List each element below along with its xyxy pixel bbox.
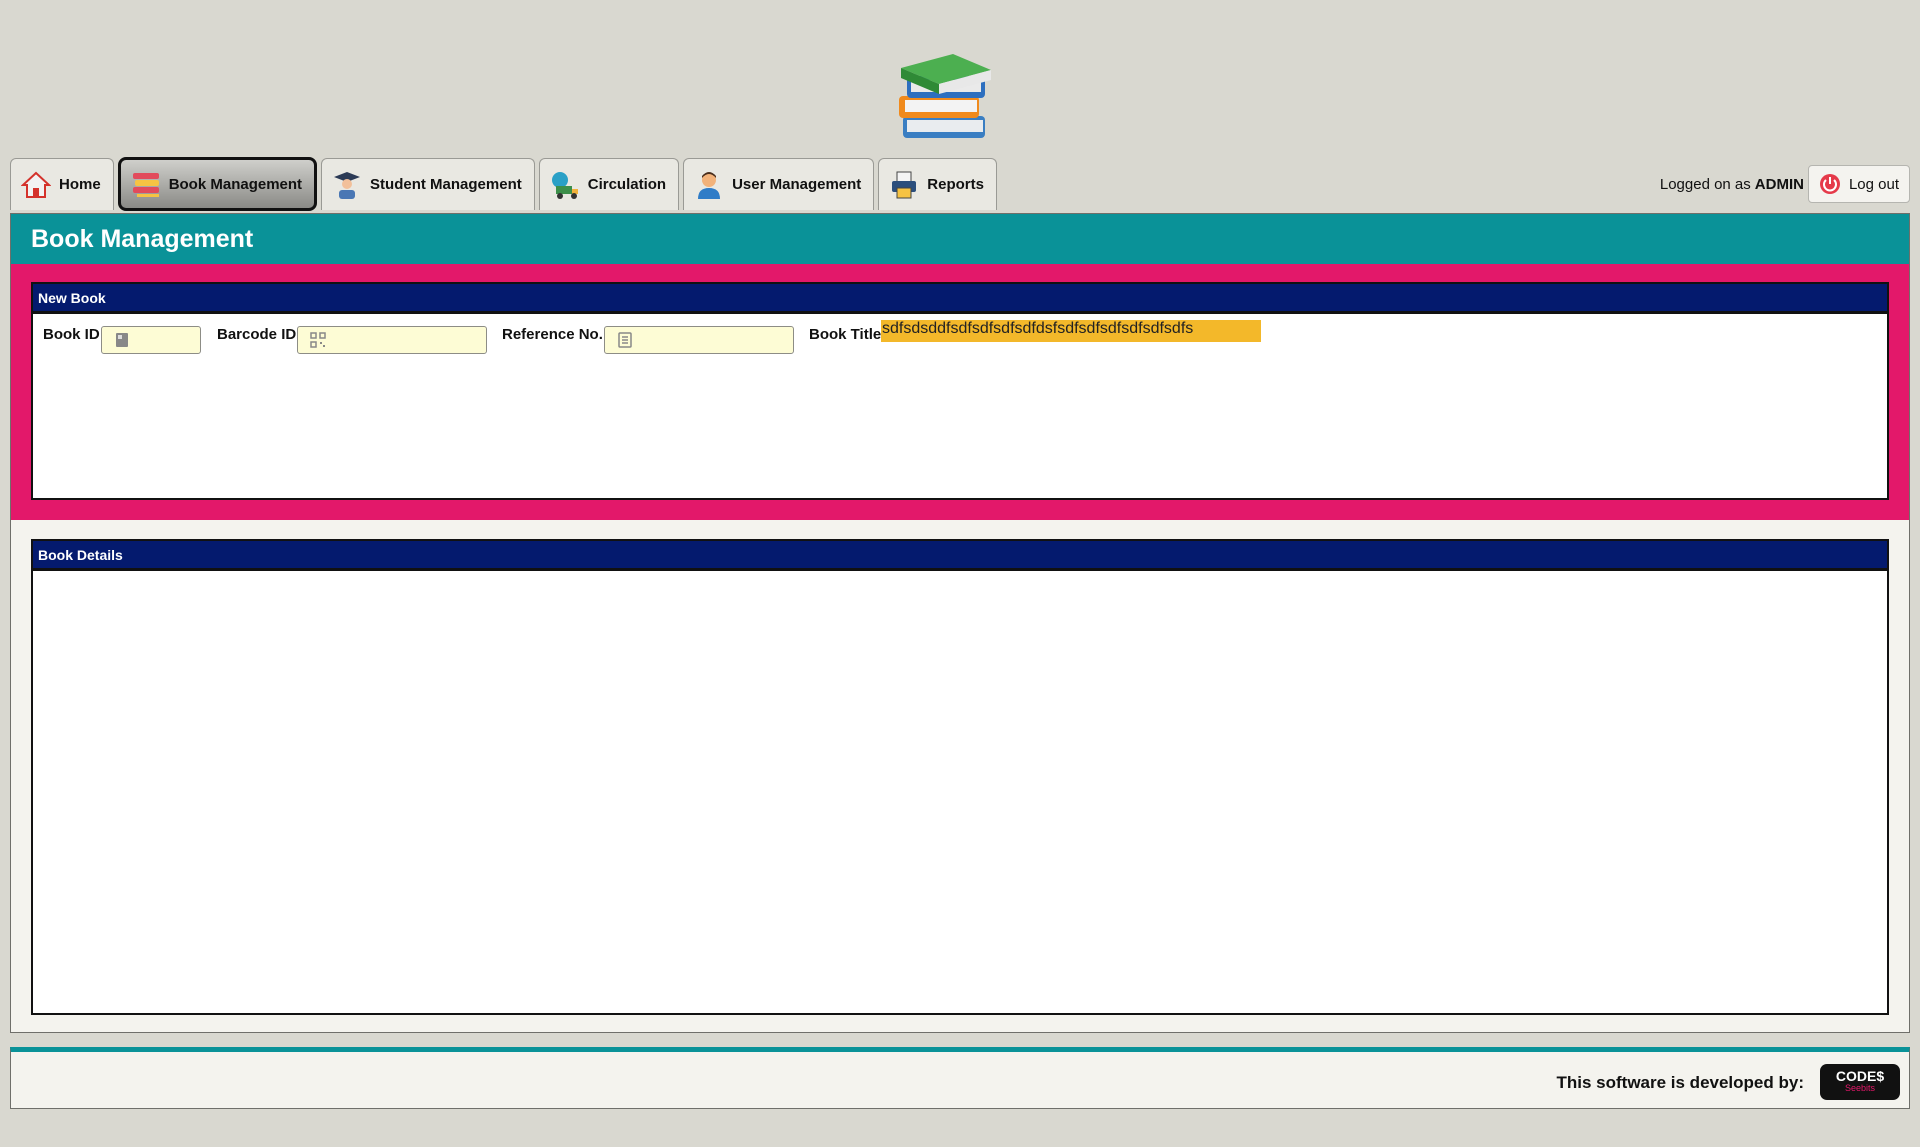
printer-icon [892,171,917,198]
tab-user-management[interactable]: User Management [683,158,875,210]
book-icon [116,333,128,347]
barcode-id-label: Barcode ID [217,326,297,343]
reference-no-label: Reference No. [502,326,603,343]
codes-seebits-logo[interactable]: CODE$ Seebits [1820,1064,1900,1100]
home-icon [21,171,51,198]
barcode-id-input[interactable] [297,326,487,354]
tab-home[interactable]: Home [10,158,114,210]
logged-on-label: Logged on as [1659,175,1751,193]
tab-user-management-label: User Management [732,176,862,193]
qr-code-icon [310,332,326,348]
new-book-panel: New Book Book ID Barcode ID Reference No… [31,282,1889,500]
tab-book-management-label: Book Management [168,175,303,193]
document-list-icon [618,332,632,348]
book-management-panel: Book Management New Book Book ID Barcode… [10,213,1910,1033]
tab-reports-label: Reports [927,176,984,193]
books-icon [132,173,159,197]
logout-label: Log out [1848,175,1899,193]
reference-no-input[interactable] [604,326,794,354]
developed-by-text: This software is developed by: [1556,1073,1804,1092]
power-icon [1819,174,1840,194]
book-details-panel: Book Details [31,539,1889,1015]
graduate-icon [334,171,361,199]
page-title: Book Management [11,214,1909,264]
tab-book-management[interactable]: Book Management [117,157,318,211]
brand-top-text: CODE$ [1835,1068,1885,1084]
tab-circulation[interactable]: Circulation [538,158,680,210]
footer: This software is developed by: CODE$ See… [10,1047,1910,1109]
tab-student-management[interactable]: Student Management [321,158,535,210]
session-info: Logged on as ADMIN Log out [1660,165,1910,203]
main-tabs: Home Book Management Student Management … [10,157,997,211]
book-id-label: Book ID [43,326,100,343]
new-book-fields: Book ID Barcode ID Reference No. Book Ti… [33,320,1887,354]
delivery-truck-icon [551,171,578,199]
brand-bottom-text: Seebits [1844,1083,1876,1093]
book-title-label: Book Title [809,326,882,343]
username: ADMIN [1754,175,1804,193]
new-book-title: New Book [33,284,1887,314]
book-id-input[interactable] [101,326,201,354]
tab-student-management-label: Student Management [370,176,522,193]
tab-reports[interactable]: Reports [878,158,997,210]
books-stack-icon [899,54,991,138]
book-title-input[interactable]: sdfsdsddfsdfsdfsdfsdfdsfsdfsdfsdfsdfsdfs… [881,320,1261,342]
book-details-title: Book Details [33,541,1887,571]
tab-circulation-label: Circulation [587,176,667,193]
logout-button[interactable]: Log out [1807,165,1910,203]
tab-home-label: Home [59,176,101,193]
user-icon [698,171,721,199]
